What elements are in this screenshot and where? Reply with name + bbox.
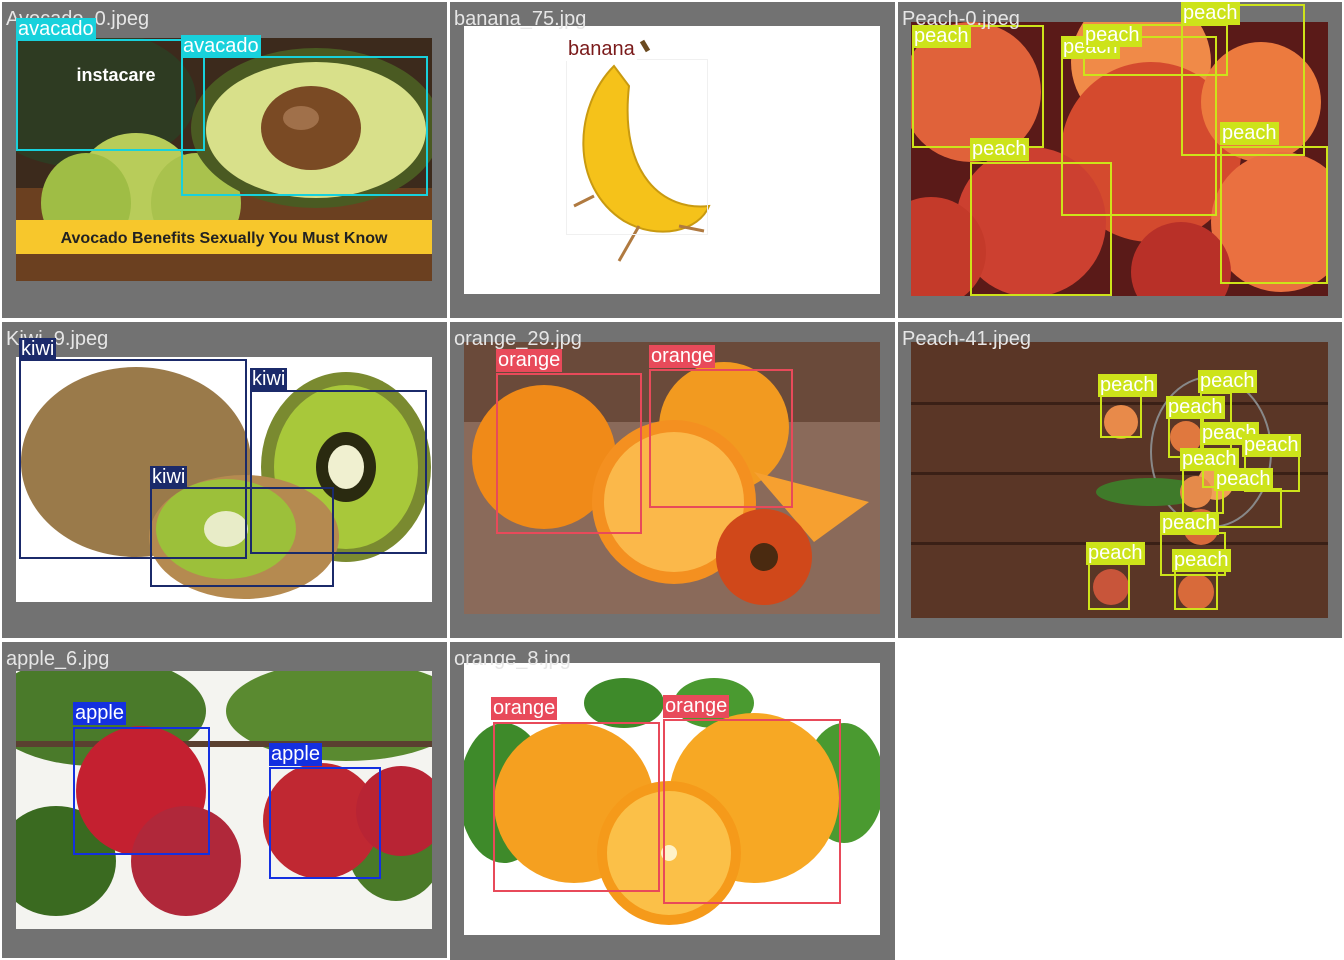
image-tile-banana[interactable]: banana_75.jpg banana	[450, 2, 895, 318]
bbox-label: peach	[1160, 512, 1219, 535]
image-filename: apple_6.jpg	[6, 648, 110, 670]
bbox-label: peach	[1172, 549, 1231, 572]
bbox-label: avacado	[16, 18, 96, 41]
bbox-label: apple	[269, 743, 322, 766]
bbox-label: orange	[649, 345, 716, 368]
bbox-label: kiwi	[19, 338, 57, 361]
image-filename: banana_75.jpg	[454, 8, 587, 30]
bbox-peach	[1220, 146, 1328, 284]
bbox-banana	[566, 59, 708, 235]
image-filename: orange_8.jpg	[454, 648, 571, 670]
image-tile-peach-0[interactable]: Peach-0.jpeg peach peach peach peach pea…	[898, 2, 1342, 318]
bbox-peach	[1088, 560, 1130, 610]
bbox-label: peach	[1181, 2, 1240, 25]
bbox-label: peach	[1198, 370, 1257, 393]
bbox-kiwi	[150, 487, 334, 587]
bbox-label: peach	[970, 138, 1029, 161]
bbox-label: peach	[1098, 374, 1157, 397]
bbox-label: peach	[1166, 396, 1225, 419]
bbox-label: orange	[663, 695, 730, 718]
bbox-label: peach	[912, 25, 971, 48]
bbox-label: kiwi	[250, 368, 288, 391]
bbox-label: peach	[1086, 542, 1145, 565]
bbox-label: peach	[1220, 122, 1279, 145]
image-tile-orange-8[interactable]: orange_8.jpg orange orange	[450, 642, 895, 960]
bbox-peach	[1216, 488, 1282, 528]
bbox-label: kiwi	[150, 466, 188, 489]
bbox-avocado	[181, 56, 428, 196]
bbox-orange	[493, 722, 660, 892]
image-filename: Peach-41.jpeg	[902, 328, 1031, 350]
image-tile-apple[interactable]: apple_6.jpg apple apple	[2, 642, 447, 958]
bbox-label: peach	[1214, 468, 1273, 491]
banner-text: Avocado Benefits Sexually You Must Know	[61, 230, 388, 247]
image-filename: orange_29.jpg	[454, 328, 582, 350]
bbox-label: orange	[491, 697, 558, 720]
empty-grid-cell	[898, 642, 1342, 958]
bbox-peach	[970, 162, 1112, 296]
bbox-orange	[649, 369, 793, 508]
bbox-peach	[1100, 394, 1142, 438]
bbox-label: banana	[566, 38, 637, 61]
image-tile-kiwi[interactable]: Kiwi_9.jpeg kiwi kiwi kiwi	[2, 322, 447, 638]
bbox-apple	[73, 727, 210, 855]
bbox-label: peach	[1083, 24, 1142, 47]
bbox-avocado	[16, 39, 205, 151]
bbox-label: orange	[496, 349, 563, 372]
image-tile-orange-29[interactable]: orange_29.jpg orange orange	[450, 322, 895, 638]
bbox-label: peach	[1242, 434, 1301, 457]
bbox-apple	[269, 767, 381, 879]
bbox-orange	[663, 719, 841, 904]
bbox-label: avacado	[181, 35, 261, 58]
image-tile-peach-41[interactable]: Peach-41.jpeg peach peach peach peach pe…	[898, 322, 1342, 638]
bbox-label: apple	[73, 702, 126, 725]
bbox-orange	[496, 373, 642, 534]
bbox-peach	[1174, 570, 1218, 610]
image-tile-avocado[interactable]: Avocado Benefits Sexually You Must Know …	[2, 2, 447, 318]
